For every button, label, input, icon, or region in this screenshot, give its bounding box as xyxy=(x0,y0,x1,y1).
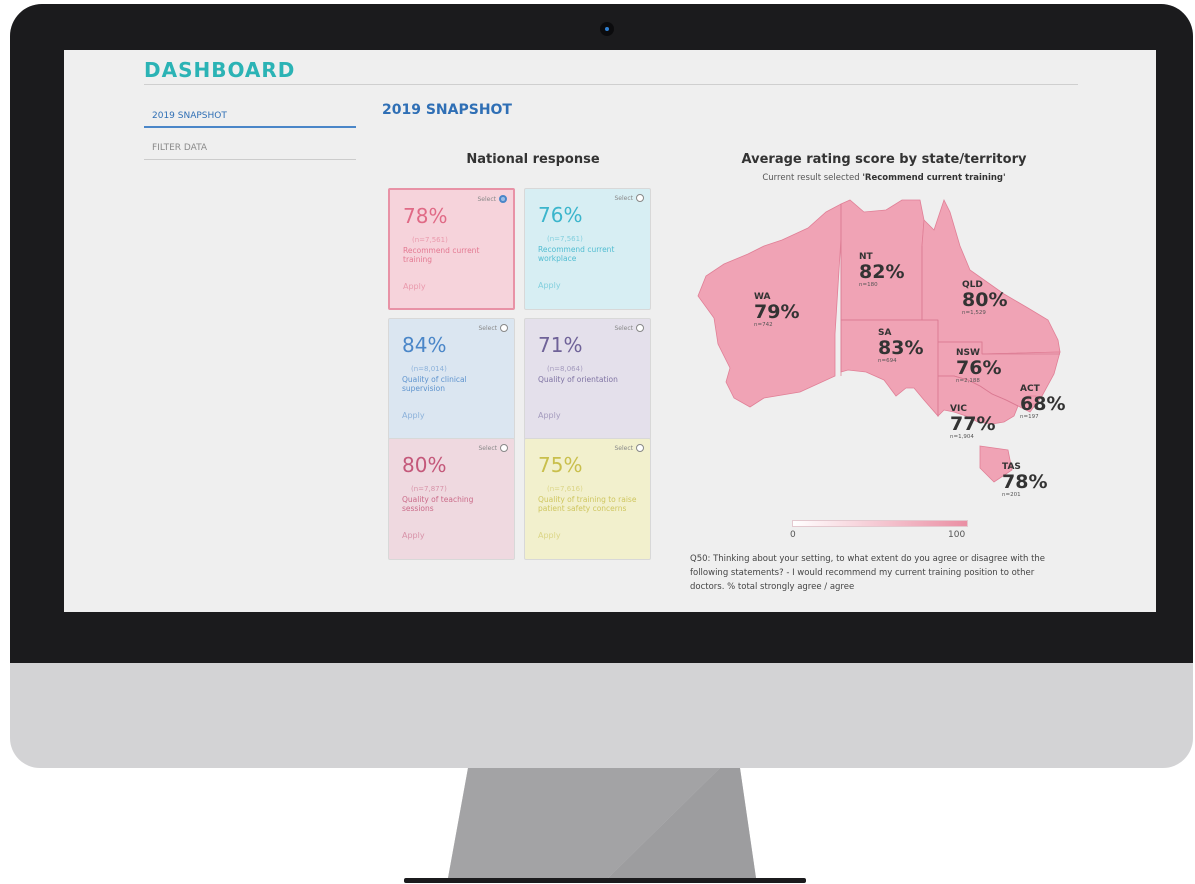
legend-min-label: 0 xyxy=(790,530,796,540)
dashboard-screen: DASHBOARD 2019 SNAPSHOT FILTER DATA 2019… xyxy=(64,50,1156,612)
state-label-tas: TAS 78% n=201 xyxy=(1002,462,1047,499)
state-label-act: ACT 68% n=197 xyxy=(1020,384,1065,421)
state-label-qld: QLD 80% n=1,529 xyxy=(962,280,1007,317)
state-value-sa: 83% xyxy=(878,337,924,359)
state-count-tas: n=201 xyxy=(1002,492,1021,498)
state-label-vic: VIC 77% n=1,904 xyxy=(950,404,995,441)
state-value-nt: 82% xyxy=(859,261,905,283)
state-label-wa: WA 79% n=742 xyxy=(754,292,799,329)
state-label-sa: SA 83% n=694 xyxy=(878,328,923,365)
state-count-nsw: n=2,188 xyxy=(956,378,980,384)
state-label-nsw: NSW 76% n=2,188 xyxy=(956,348,1001,385)
australia-map xyxy=(697,198,1061,483)
state-value-act: 68% xyxy=(1020,393,1066,415)
state-label-nt: NT 82% n=180 xyxy=(859,252,904,289)
legend-gradient xyxy=(792,520,968,527)
state-value-tas: 78% xyxy=(1002,471,1048,493)
state-value-qld: 80% xyxy=(962,289,1008,311)
state-count-nt: n=180 xyxy=(859,282,878,288)
state-count-act: n=197 xyxy=(1020,414,1039,420)
state-count-qld: n=1,529 xyxy=(962,310,986,316)
state-count-sa: n=694 xyxy=(878,358,897,364)
state-value-wa: 79% xyxy=(754,301,800,323)
state-count-vic: n=1,904 xyxy=(950,434,974,440)
state-count-wa: n=742 xyxy=(754,322,773,328)
question-footnote: Q50: Thinking about your setting, to wha… xyxy=(690,554,1046,592)
state-region-qld xyxy=(921,198,1061,355)
legend-max-label: 100 xyxy=(948,530,966,540)
state-value-nsw: 76% xyxy=(956,357,1002,379)
state-value-vic: 77% xyxy=(950,413,996,435)
